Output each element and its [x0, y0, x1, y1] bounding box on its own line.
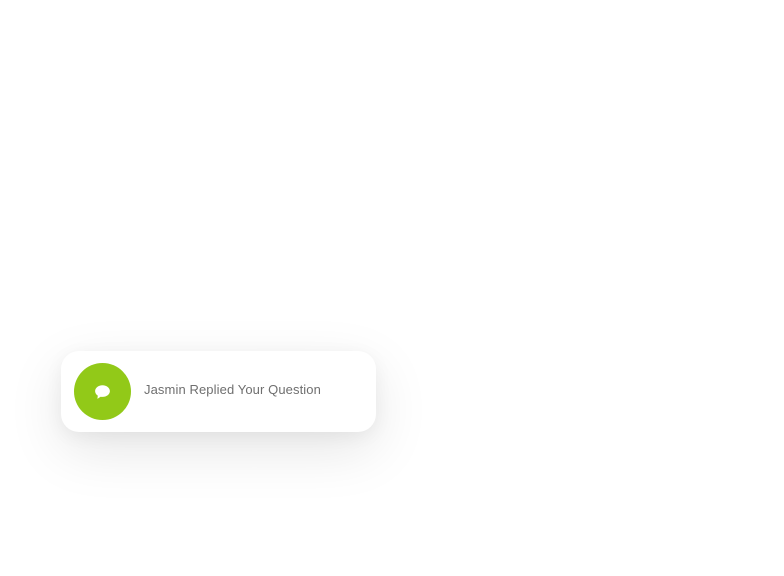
notification-icon-container: [74, 363, 131, 420]
chat-bubble-icon: [94, 384, 111, 400]
page-canvas: Jasmin Replied Your Question: [0, 0, 784, 576]
notification-message: Jasmin Replied Your Question: [144, 382, 321, 397]
notification-card[interactable]: Jasmin Replied Your Question: [61, 351, 376, 432]
